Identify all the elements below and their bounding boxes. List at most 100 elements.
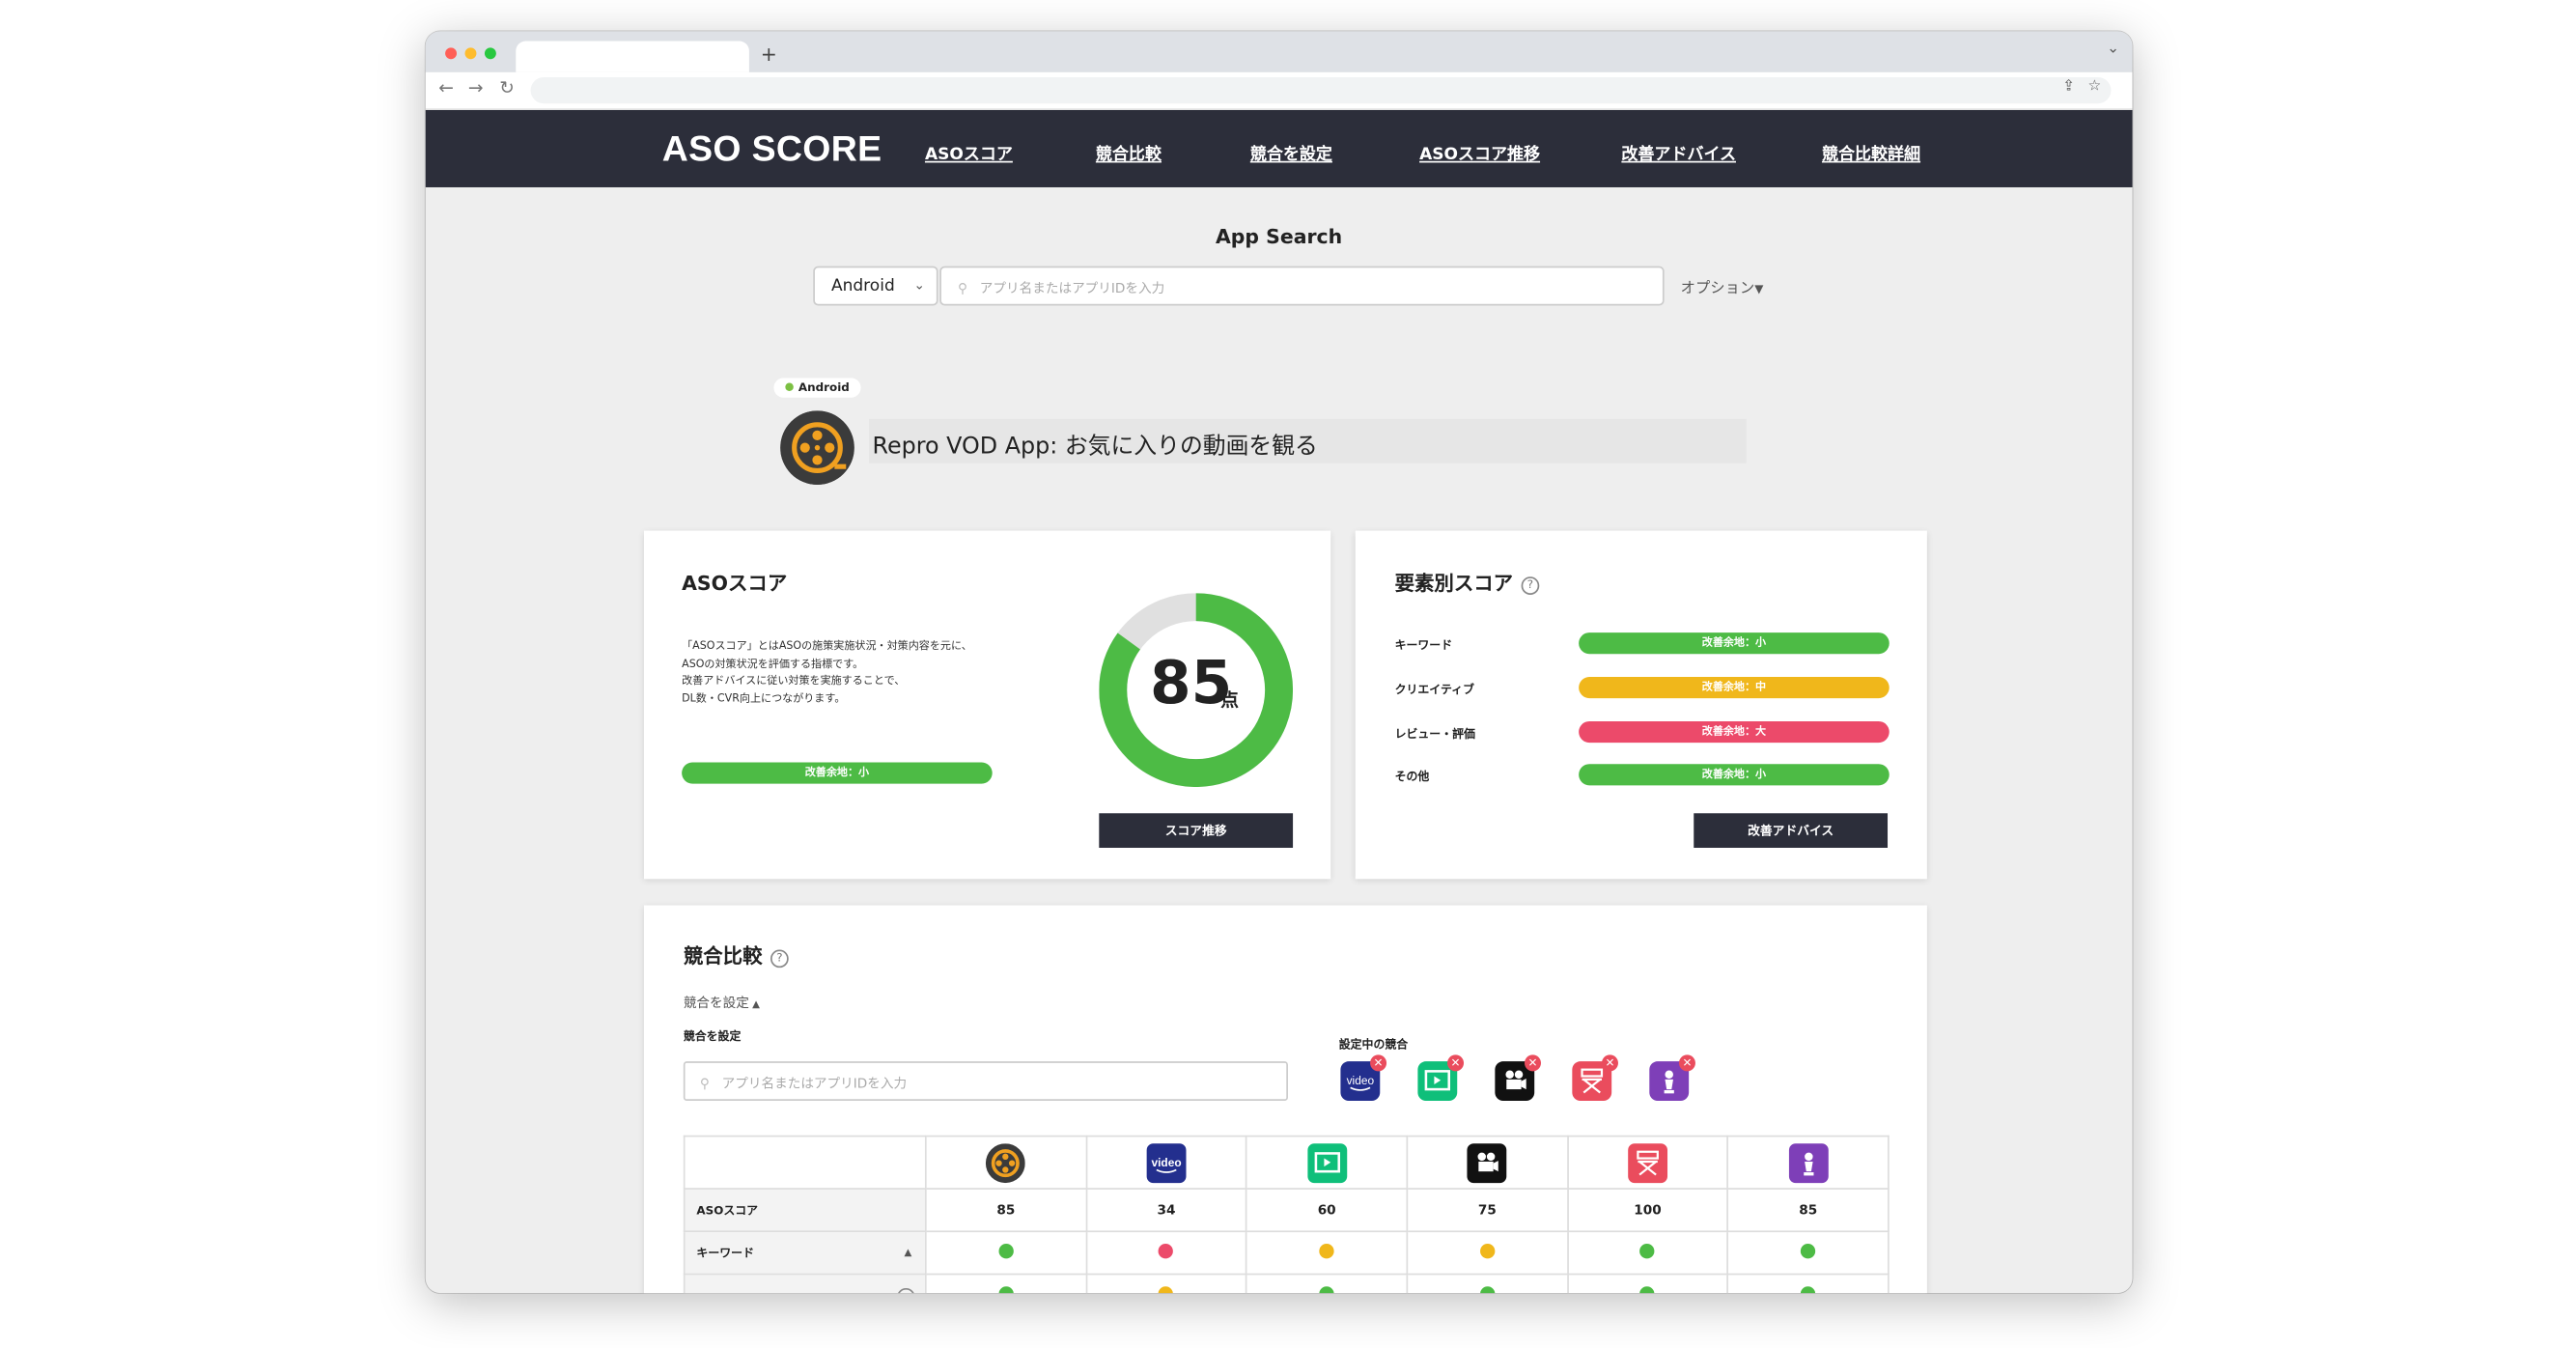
nav-link-competitor-compare[interactable]: 競合比較 (1096, 140, 1162, 164)
aso-score-cell: 75 (1406, 1188, 1569, 1233)
status-dot (1159, 1244, 1174, 1259)
compare-settings-toggle[interactable]: 競合を設定 ▲ (684, 994, 760, 1012)
os-select-value: Android (830, 277, 895, 296)
partial-status-cell (1566, 1273, 1729, 1294)
status-dot (1639, 1244, 1656, 1259)
remove-competitor-icon[interactable]: ✕ (1678, 1054, 1695, 1072)
aso-score-description: 「ASOスコア」とはASOの施策実施状況・対策内容を元に、 ASOの対策状況を評… (682, 637, 1043, 706)
table-header-row: video (683, 1135, 1890, 1190)
search-icon: ⚲ (699, 1076, 710, 1091)
search-title: App Search (1216, 225, 1343, 248)
aso-score-cell: 85 (924, 1188, 1087, 1233)
nav-link-compare-detail[interactable]: 競合比較詳細 (1822, 140, 1920, 164)
chevron-down-icon[interactable]: ⌄ (2107, 42, 2119, 58)
award-app-icon[interactable]: ✕ (1649, 1054, 1695, 1102)
options-dropdown[interactable]: オプション▼ (1681, 276, 1764, 297)
prime-video-icon[interactable]: video ✕ (1340, 1054, 1387, 1102)
remove-competitor-icon[interactable]: ✕ (1601, 1054, 1618, 1072)
tv-app-icon[interactable]: ✕ (1417, 1054, 1465, 1102)
movie-camera-app-icon[interactable]: ✕ (1495, 1054, 1542, 1102)
film-reel-icon (780, 410, 854, 485)
aso-score-cell: 85 (1726, 1188, 1890, 1233)
caret-up-icon[interactable]: ▲ (904, 1247, 911, 1258)
compare-title-wrap: 競合比較? (684, 941, 789, 969)
element-label-review: レビュー・評価 (1394, 727, 1475, 742)
keyword-status-cell (924, 1230, 1087, 1276)
status-dot (1159, 1286, 1174, 1294)
table-row-aso-score: ASOスコア 85 34 60 75 100 85 (683, 1188, 1890, 1233)
share-icon[interactable]: ⇪ (2062, 79, 2075, 96)
aso-score-title: ASOスコア (682, 572, 788, 595)
element-status-creative: 改善余地：中 (1579, 677, 1890, 699)
help-icon[interactable] (897, 1287, 915, 1294)
remove-competitor-icon[interactable]: ✕ (1524, 1054, 1542, 1072)
table-header-cell (1246, 1135, 1409, 1190)
keyword-status-cell (1085, 1230, 1247, 1276)
aso-score-unit: 点 (1220, 689, 1239, 712)
prime-video-icon: video (1146, 1142, 1187, 1183)
search-icon: ⚲ (957, 280, 967, 296)
status-dot (998, 1244, 1014, 1259)
partial-status-cell (1085, 1273, 1247, 1294)
nav-link-aso-score[interactable]: ASOスコア (925, 140, 1013, 164)
forward-arrow-icon[interactable]: → (468, 77, 484, 98)
aso-status-pill: 改善余地：小 (682, 762, 993, 784)
reload-icon[interactable]: ↻ (499, 77, 515, 98)
close-window-button[interactable] (445, 47, 458, 60)
element-status-other: 改善余地：小 (1579, 764, 1890, 786)
back-arrow-icon[interactable]: ← (438, 77, 454, 98)
compare-title: 競合比較 (683, 944, 763, 969)
table-header-cell: video (1085, 1135, 1247, 1190)
keyword-status-cell (1406, 1230, 1569, 1276)
partial-status-cell (924, 1273, 1087, 1294)
maximize-window-button[interactable] (484, 47, 496, 60)
status-dot (1639, 1286, 1656, 1294)
help-icon[interactable]: ? (770, 949, 789, 969)
status-dot (998, 1286, 1014, 1294)
status-dot (1319, 1244, 1334, 1259)
description-line: 改善アドバイスに従い対策を実施することで、 (682, 673, 906, 688)
app-search-input[interactable]: ⚲ アプリ名またはアプリIDを入力 (939, 266, 1665, 306)
element-label-creative: クリエイティブ (1394, 683, 1475, 697)
help-icon[interactable]: ? (1521, 576, 1540, 595)
app-icon (780, 410, 854, 485)
status-dot (1319, 1286, 1334, 1294)
caret-down-icon: ▼ (1754, 282, 1764, 296)
table-header-cell (924, 1135, 1087, 1190)
element-score-title-wrap: 要素別スコア? (1395, 569, 1540, 597)
table-corner-cell (683, 1135, 927, 1190)
table-header-cell (1726, 1135, 1890, 1190)
competitor-search-input[interactable]: ⚲ アプリ名またはアプリIDを入力 (683, 1061, 1288, 1102)
browser-tab-active[interactable] (516, 41, 749, 72)
table-row-keyword[interactable]: キーワード ▲ (683, 1230, 1890, 1276)
description-line: DL数・CVR向上につながります。 (682, 690, 846, 705)
director-chair-app-icon[interactable]: ✕ (1572, 1054, 1618, 1102)
aso-score-cell: 60 (1246, 1188, 1409, 1233)
options-label: オプション (1680, 280, 1755, 297)
new-tab-icon[interactable]: + (761, 42, 777, 66)
keyword-status-cell (1726, 1230, 1890, 1276)
svg-text:video: video (1347, 1074, 1375, 1087)
element-score-card: 要素別スコア? キーワード 改善余地：小 クリエイティブ 改善余地：中 レビュー… (1355, 530, 1927, 880)
tv-app-icon (1306, 1142, 1347, 1183)
remove-competitor-icon[interactable]: ✕ (1447, 1054, 1465, 1072)
remove-competitor-icon[interactable]: ✕ (1370, 1054, 1387, 1072)
score-history-button[interactable]: スコア推移 (1099, 813, 1294, 848)
competitor-compare-card: 競合比較? 競合を設定 ▲ 競合を設定 ⚲ アプリ名またはアプリIDを入力 設定… (643, 905, 1927, 1294)
nav-link-set-competitors[interactable]: 競合を設定 (1250, 140, 1332, 164)
comparison-table: video ASOスコア 85 34 60 75 100 85 キーワード ▲ (683, 1135, 1890, 1294)
row-label-keyword[interactable]: キーワード ▲ (683, 1230, 927, 1276)
browser-window: + ⌄ ← → ↻ ⇪ ☆ ASO SCORE ASOスコア 競合比較 競合を設… (425, 31, 2133, 1294)
improvement-advice-button[interactable]: 改善アドバイス (1694, 813, 1889, 848)
bookmark-star-icon[interactable]: ☆ (2087, 79, 2101, 96)
address-bar[interactable]: ⇪ ☆ (530, 76, 2112, 104)
row-label-partial (683, 1273, 927, 1294)
nav-link-score-history[interactable]: ASOスコア推移 (1419, 140, 1540, 164)
minimize-window-button[interactable] (464, 47, 477, 60)
os-select[interactable]: Android ⌄ (813, 266, 938, 306)
app-logo[interactable]: ASO SCORE (662, 128, 882, 171)
partial-status-cell (1246, 1273, 1409, 1294)
status-dot (1479, 1244, 1496, 1259)
row-label-keyword-text: キーワード (696, 1246, 754, 1260)
nav-link-advice[interactable]: 改善アドバイス (1621, 140, 1736, 164)
